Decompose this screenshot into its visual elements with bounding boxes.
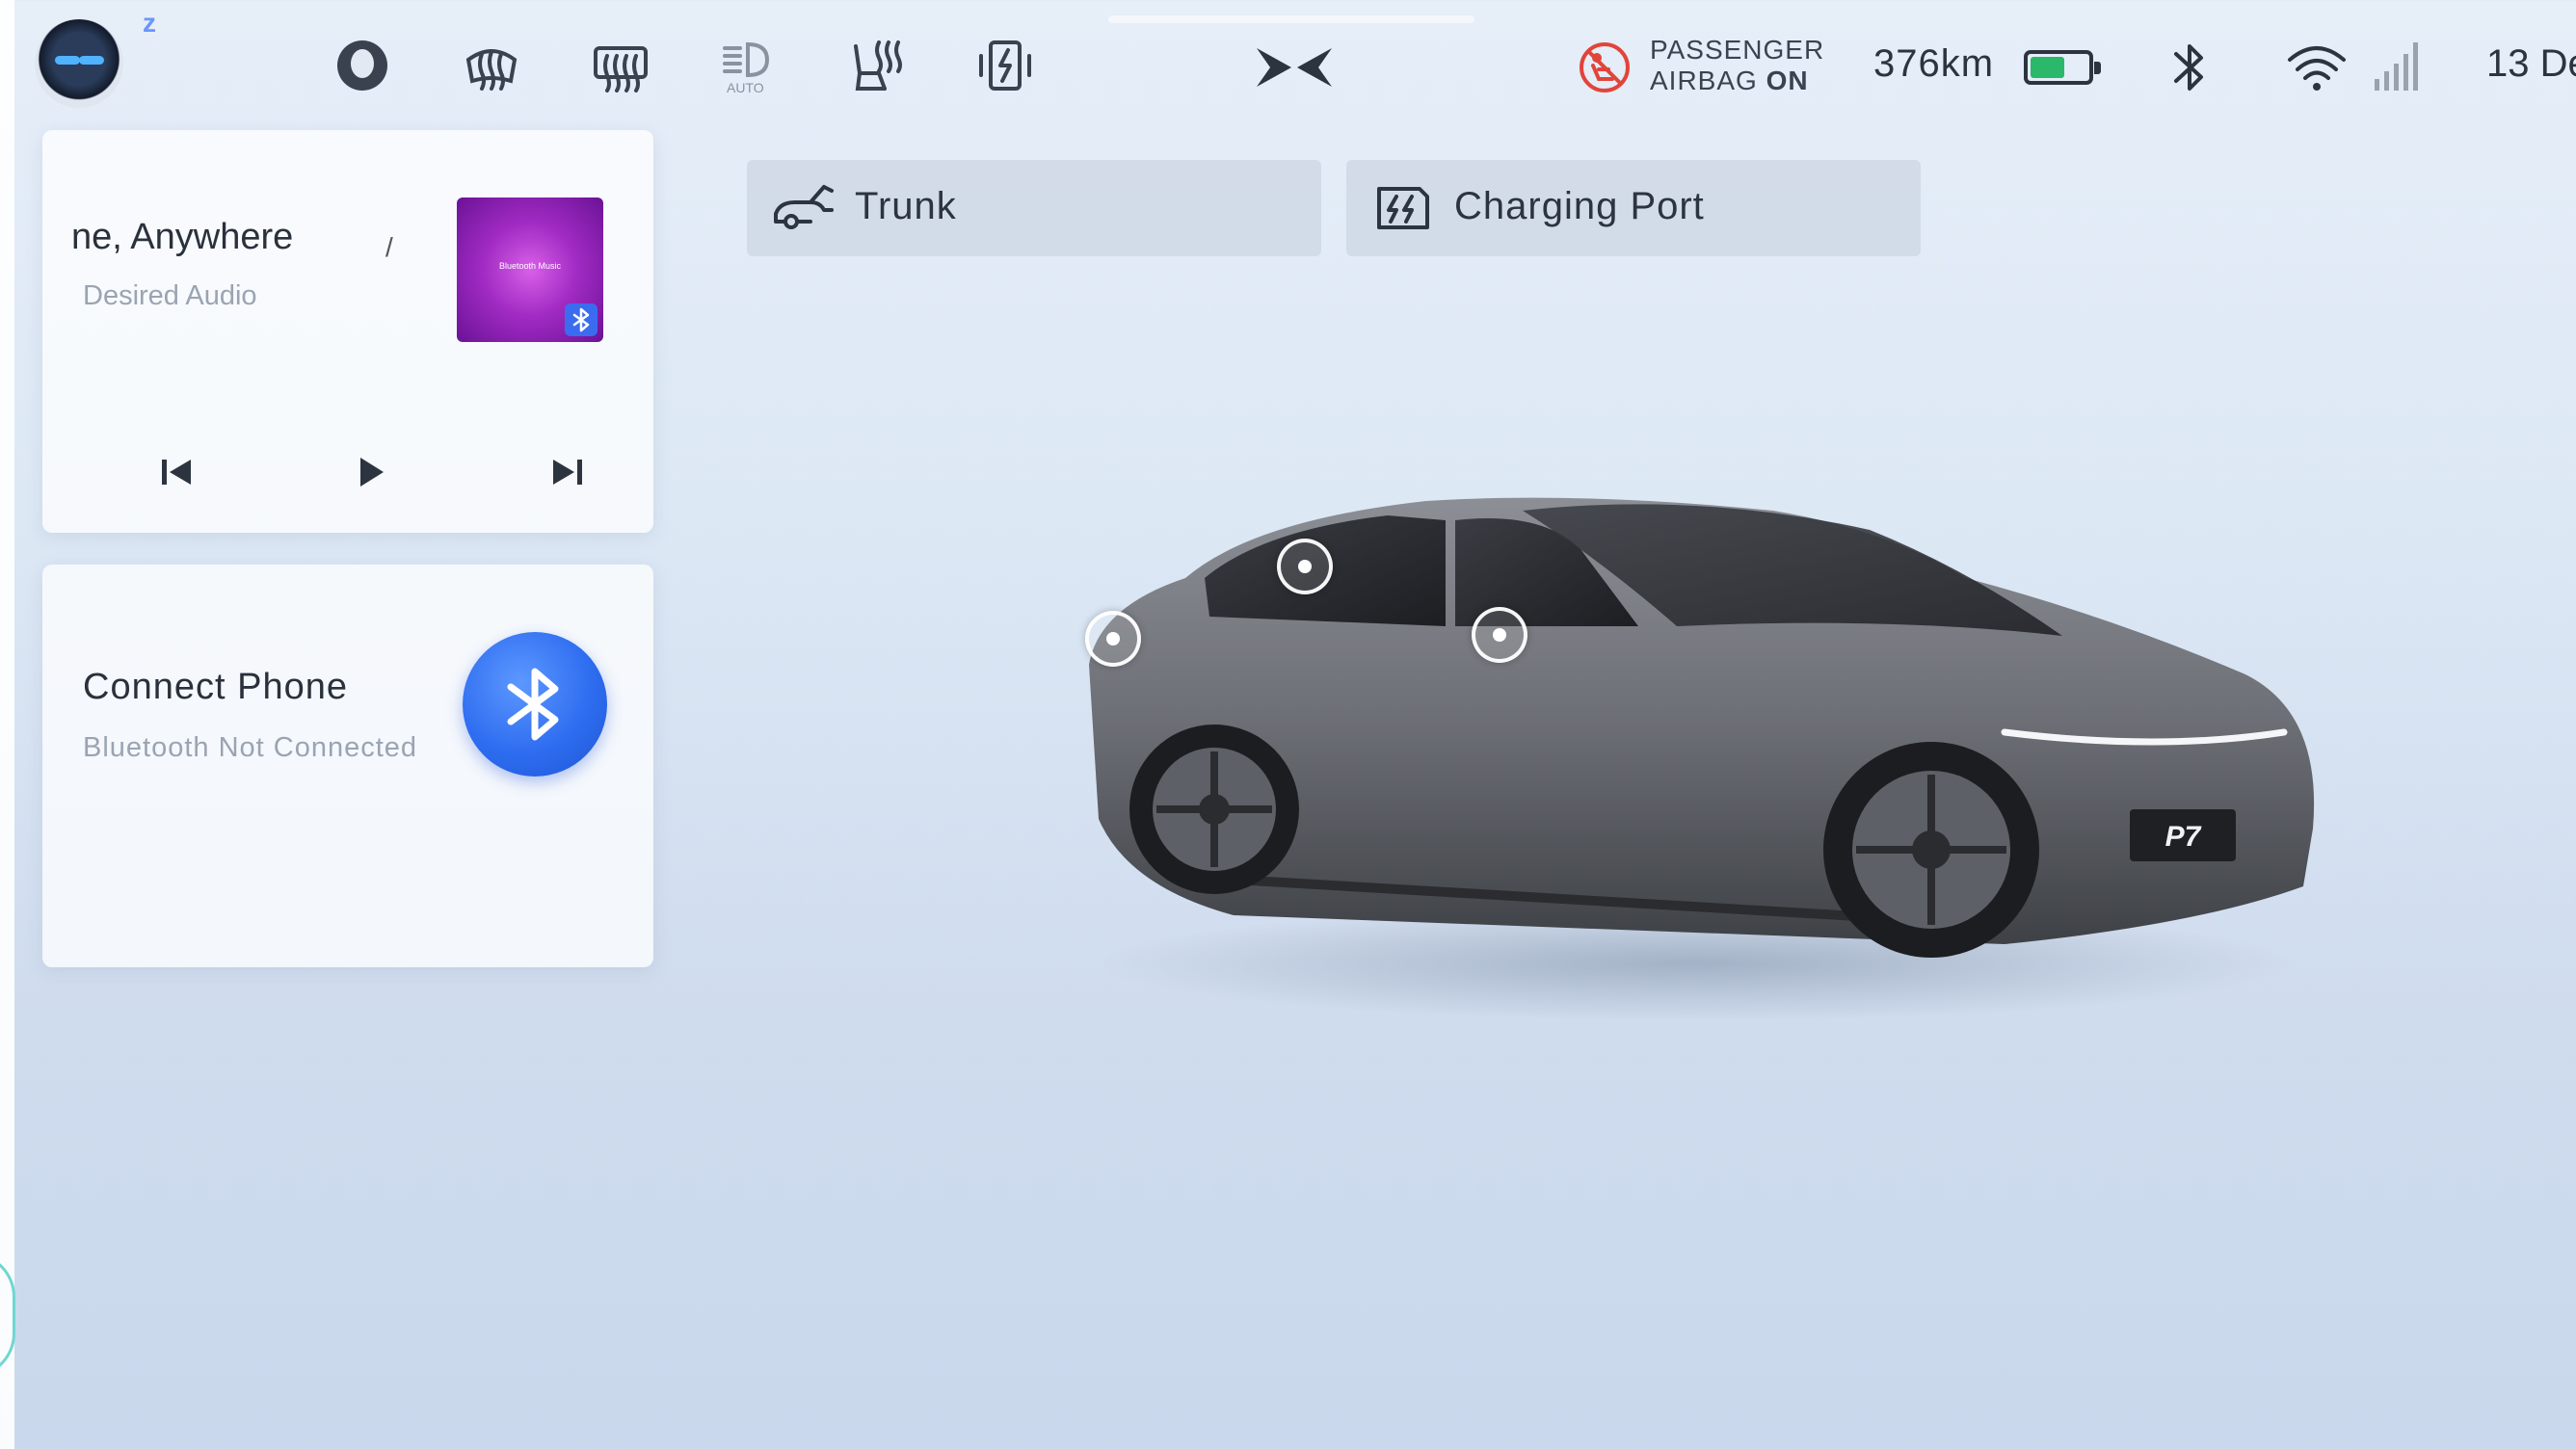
bluetooth-status-text: Bluetooth Not Connected (83, 732, 418, 763)
auto-label: AUTO (727, 80, 764, 95)
phone-card[interactable]: Connect Phone Bluetooth Not Connected (42, 565, 653, 967)
bluetooth-icon (507, 668, 559, 741)
airbag-line1: PASSENGER (1650, 35, 1825, 65)
next-icon (553, 460, 582, 485)
wifi-icon[interactable] (2286, 42, 2348, 92)
previous-track-button[interactable] (152, 448, 200, 496)
date-readout: 13 De (2486, 42, 2576, 85)
airbag-state: ON (1766, 66, 1809, 95)
car-3d-model[interactable]: P7 (1041, 462, 2351, 1041)
airbag-line2: AIRBAG ON (1650, 66, 1824, 96)
track-title: ne, Anywhere (71, 217, 294, 257)
avatar-eye (55, 56, 80, 65)
music-card[interactable]: ne, Anywhere / Desired Audio Bluetooth M… (42, 130, 653, 533)
play-button[interactable] (347, 448, 395, 496)
rear-window-hotspot[interactable] (1277, 539, 1333, 594)
trunk-button[interactable]: Trunk (747, 160, 1321, 256)
bluetooth-badge-icon (565, 303, 598, 336)
charging-status-icon[interactable] (975, 35, 1037, 96)
front-defrost-icon[interactable] (461, 35, 522, 96)
charging-port-label: Charging Port (1454, 185, 1705, 227)
cellular-signal-icon (2373, 39, 2421, 92)
next-track-button[interactable] (544, 448, 592, 496)
airbag-prefix: AIRBAG (1650, 66, 1766, 95)
airbag-off-icon (1576, 35, 1633, 96)
sleep-indicator: z (143, 8, 156, 38)
auto-headlight-icon[interactable]: AUTO (719, 35, 781, 96)
previous-icon (162, 460, 191, 485)
battery-cap (2094, 62, 2101, 74)
album-art[interactable]: Bluetooth Music (457, 198, 603, 342)
track-title-fade-mark: / (385, 232, 393, 262)
rear-defrost-icon[interactable] (590, 35, 651, 96)
track-artist: Desired Audio (83, 280, 257, 311)
trunk-icon (772, 181, 836, 235)
battery-fill (2031, 57, 2064, 78)
connect-phone-title: Connect Phone (83, 667, 348, 707)
range-readout: 376km (1873, 42, 1995, 85)
license-plate: P7 (2165, 821, 2202, 853)
front-door-hotspot[interactable] (1472, 607, 1527, 663)
rear-door-hotspot[interactable] (1085, 611, 1141, 667)
charging-port-button[interactable]: Charging Port (1346, 160, 1921, 256)
battery-icon (2024, 50, 2101, 85)
xpeng-logo (1253, 42, 1336, 92)
user-profile-icon[interactable] (332, 35, 393, 96)
seat-heating-icon[interactable] (846, 35, 908, 96)
album-label: Bluetooth Music (498, 261, 562, 271)
avatar-eye (79, 56, 104, 65)
trunk-label: Trunk (855, 185, 957, 227)
play-icon (360, 458, 384, 487)
charging-port-icon (1371, 181, 1435, 235)
assistant-avatar[interactable] (35, 19, 123, 108)
status-bar: z AUTO PASSENGER AIRBAG ON 376km 13 D (0, 0, 2576, 135)
bluetooth-connect-button[interactable] (463, 632, 607, 777)
left-edge-strip (0, 0, 14, 1449)
bluetooth-icon[interactable] (2168, 39, 2211, 96)
airbag-status: PASSENGER AIRBAG ON (1650, 35, 1824, 96)
